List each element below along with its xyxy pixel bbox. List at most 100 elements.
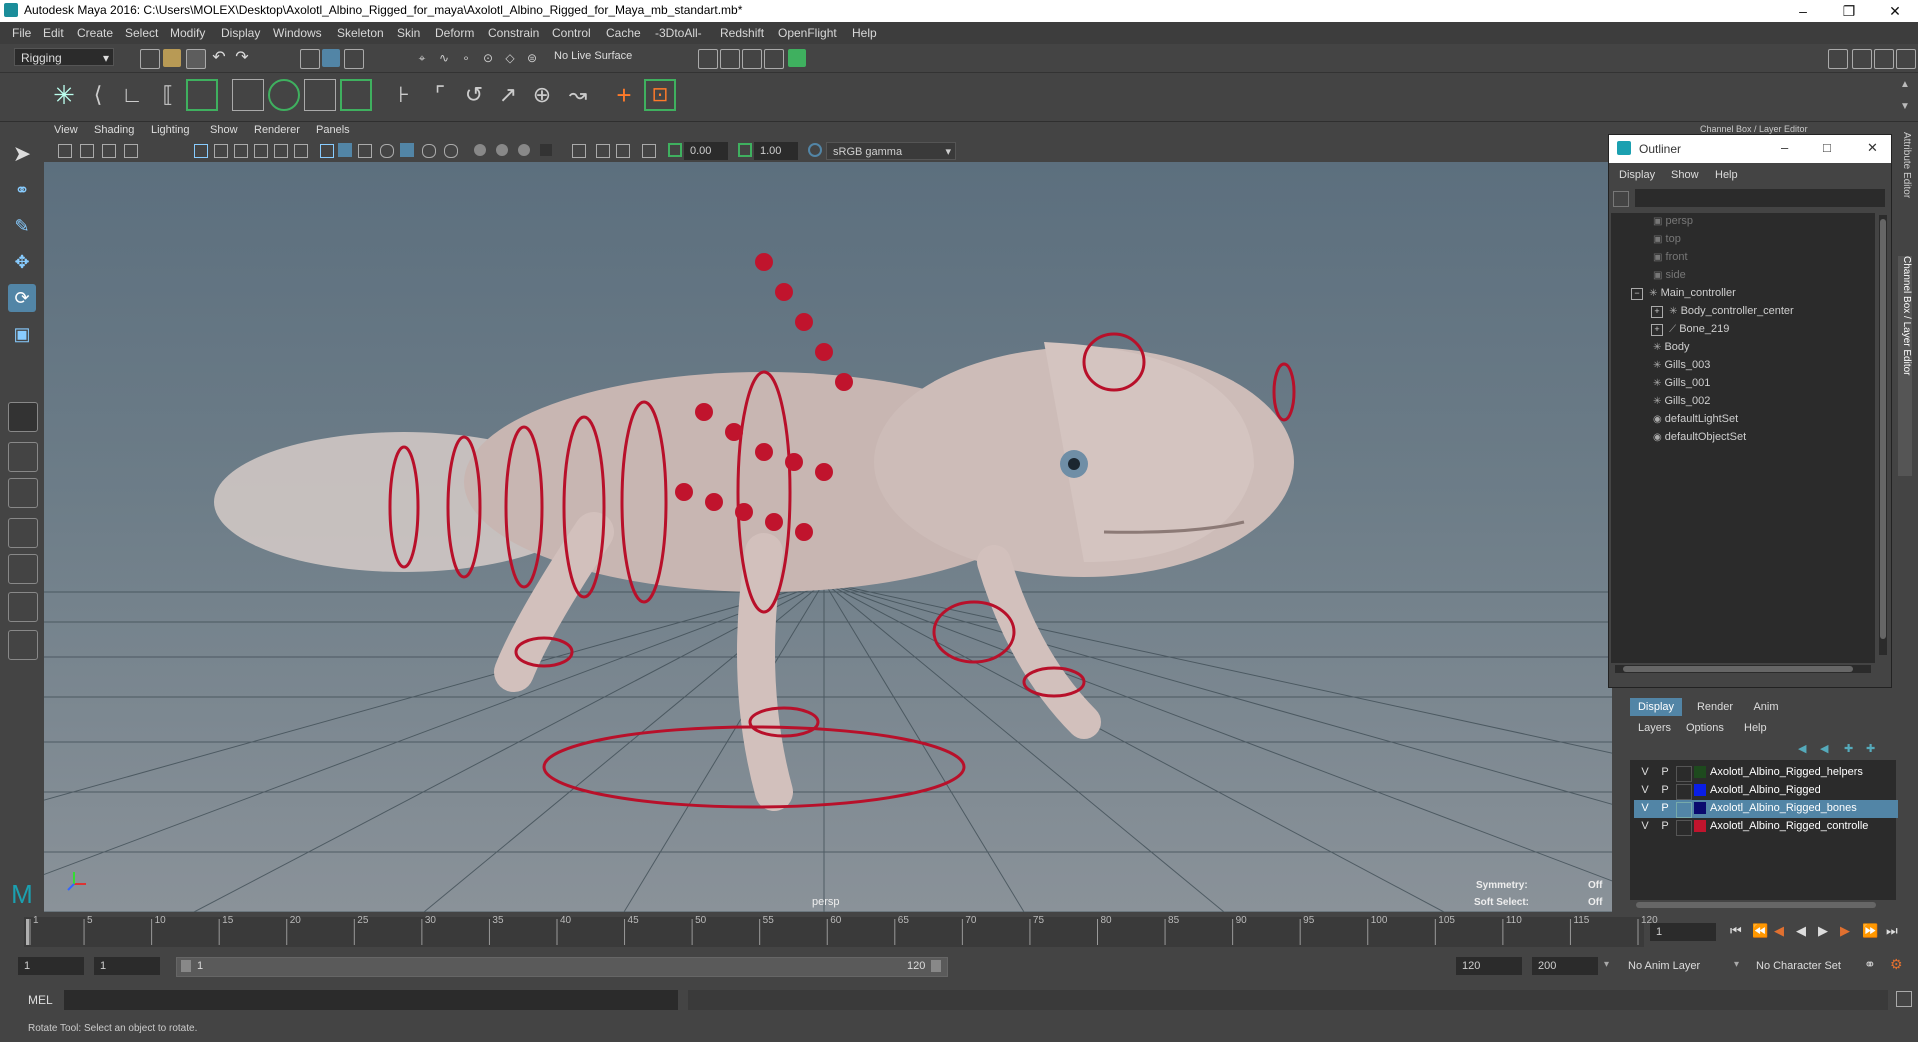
vp-menu-show[interactable]: Show	[210, 124, 238, 136]
point-constraint-icon[interactable]: ⌜	[424, 79, 456, 111]
film-gate-icon[interactable]	[214, 144, 228, 158]
use-all-lights-icon[interactable]	[400, 143, 414, 157]
parent-constraint-icon[interactable]: ⊦	[388, 79, 420, 111]
save-scene-icon[interactable]	[186, 49, 206, 69]
outliner-menu-display[interactable]: Display	[1619, 169, 1655, 181]
layer-visibility-toggle[interactable]: V	[1638, 802, 1652, 814]
anim-layer-dropdown[interactable]: No Anim Layer	[1628, 960, 1700, 972]
field-chart-icon[interactable]	[274, 144, 288, 158]
layer-visibility-toggle[interactable]: V	[1638, 820, 1652, 832]
scale-tool-icon[interactable]: ▣	[8, 320, 36, 348]
color-management-icon[interactable]	[808, 143, 822, 157]
safe-action-icon[interactable]	[294, 144, 308, 158]
snap-view-icon[interactable]: ⊙	[479, 49, 497, 67]
mirror-joint-icon[interactable]	[186, 79, 218, 111]
render-settings-icon[interactable]	[742, 49, 762, 69]
lattice-icon[interactable]	[304, 79, 336, 111]
vp-menu-renderer[interactable]: Renderer	[254, 124, 300, 136]
xray-icon[interactable]	[540, 144, 552, 156]
outliner-minimize-button[interactable]: –	[1781, 140, 1788, 155]
outliner-item[interactable]: − ✳ Main_controller	[1631, 287, 1736, 305]
menu-file[interactable]: File	[12, 26, 31, 40]
layer-horizontal-scrollbar[interactable]	[1636, 902, 1876, 908]
aim-constraint-icon[interactable]: ⊕	[526, 79, 558, 111]
menu-select[interactable]: Select	[125, 26, 158, 40]
outliner-close-button[interactable]: ✕	[1867, 140, 1878, 156]
outliner-search-input[interactable]	[1635, 189, 1885, 207]
outliner-horizontal-scrollbar[interactable]	[1615, 665, 1871, 673]
step-forward-key-icon[interactable]: ⏩	[1862, 923, 1878, 939]
layer-row-selected[interactable]: V P Axolotl_Albino_Rigged_bones	[1634, 800, 1898, 818]
layer-row[interactable]: V P Axolotl_Albino_Rigged	[1634, 782, 1898, 800]
persp-hypershade-layout-icon[interactable]	[8, 554, 38, 584]
menu-help[interactable]: Help	[852, 26, 877, 40]
2d-pan-zoom-icon[interactable]	[124, 144, 138, 158]
range-end-handle[interactable]	[931, 960, 941, 972]
ik-handle-icon[interactable]: ⟨	[82, 79, 114, 111]
outliner-menu-show[interactable]: Show	[1671, 169, 1699, 181]
anti-aliasing-icon[interactable]	[496, 144, 508, 156]
single-perspective-layout-icon[interactable]	[8, 402, 38, 432]
redo-icon[interactable]: ↷	[233, 49, 251, 67]
layer-row[interactable]: V P Axolotl_Albino_Rigged_controlle	[1634, 818, 1898, 836]
layer-color-swatch[interactable]	[1694, 766, 1706, 778]
menu-openflight[interactable]: OpenFlight	[778, 26, 837, 40]
layer-playback-toggle[interactable]: P	[1658, 802, 1672, 814]
wireframe-icon[interactable]	[320, 144, 334, 158]
snap-pivot-icon[interactable]: ⊜	[523, 49, 541, 67]
menu-create[interactable]: Create	[77, 26, 113, 40]
menu-deform[interactable]: Deform	[435, 26, 474, 40]
playback-start-field[interactable]: 1	[94, 957, 160, 975]
layer-tab-render[interactable]: Render	[1690, 698, 1740, 716]
outliner-item[interactable]: + ✳ Body_controller_center	[1651, 305, 1794, 323]
outliner-maximize-button[interactable]: □	[1823, 140, 1831, 155]
animation-start-field[interactable]: 1	[18, 957, 84, 975]
outliner-filter-icon[interactable]	[1613, 191, 1629, 207]
resolution-gate-icon[interactable]	[234, 144, 248, 158]
menu-cache[interactable]: Cache	[606, 26, 641, 40]
isolate-select-icon[interactable]	[572, 144, 586, 158]
rotate-tool-icon[interactable]: ⟳	[8, 284, 36, 312]
menu-windows[interactable]: Windows	[273, 26, 322, 40]
layout-options-icon[interactable]	[8, 630, 38, 660]
menu-3dtoall[interactable]: -3DtoAll-	[655, 26, 702, 40]
image-plane-icon[interactable]	[102, 144, 116, 158]
command-language-label[interactable]: MEL	[28, 993, 53, 1007]
layer-color-swatch[interactable]	[1694, 802, 1706, 814]
gamma-icon[interactable]	[738, 143, 752, 157]
collapse-icon[interactable]: −	[1631, 288, 1643, 300]
menu-constrain[interactable]: Constrain	[488, 26, 539, 40]
motion-blur-icon[interactable]	[474, 144, 486, 156]
attribute-editor-tab[interactable]: Attribute Editor	[1898, 132, 1912, 252]
step-forward-frame-icon[interactable]: ▶	[1840, 923, 1850, 939]
xray-active-icon[interactable]	[616, 144, 630, 158]
menu-edit[interactable]: Edit	[43, 26, 64, 40]
outliner-item[interactable]: ◉ defaultLightSet	[1653, 413, 1738, 431]
render-current-icon[interactable]	[698, 49, 718, 69]
camera-bookmark-icon[interactable]	[80, 144, 94, 158]
smooth-shade-icon[interactable]	[338, 143, 352, 157]
step-back-key-icon[interactable]: ⏪	[1752, 923, 1768, 939]
maximize-button[interactable]: ❐	[1826, 0, 1872, 22]
new-layer-from-selected-icon[interactable]: ✚	[1866, 742, 1875, 755]
lasso-tool-icon[interactable]: ⚭	[8, 176, 36, 204]
outliner-item[interactable]: ▣ front	[1653, 251, 1688, 269]
live-surface-label[interactable]: No Live Surface	[554, 50, 632, 62]
scrollbar-thumb[interactable]	[1623, 666, 1853, 672]
shadows-icon[interactable]	[422, 144, 436, 158]
locator-icon[interactable]: +	[608, 79, 640, 111]
menu-modify[interactable]: Modify	[170, 26, 205, 40]
custom-layout-icon[interactable]	[8, 592, 38, 622]
layer-playback-toggle[interactable]: P	[1658, 766, 1672, 778]
outliner-item[interactable]: ▣ top	[1653, 233, 1681, 251]
group-icon[interactable]: ⊡	[644, 79, 676, 111]
outliner-vertical-scrollbar[interactable]	[1879, 215, 1887, 655]
hypershade-icon[interactable]	[764, 49, 784, 69]
animation-preferences-icon[interactable]: ⚙	[1890, 956, 1903, 973]
snap-grid-icon[interactable]: ⌖	[413, 49, 431, 67]
xray-joints-icon[interactable]	[596, 144, 610, 158]
layer-playback-toggle[interactable]: P	[1658, 784, 1672, 796]
depth-of-field-icon[interactable]	[518, 144, 530, 156]
new-scene-icon[interactable]	[140, 49, 160, 69]
scrollbar-thumb[interactable]	[1880, 219, 1886, 639]
